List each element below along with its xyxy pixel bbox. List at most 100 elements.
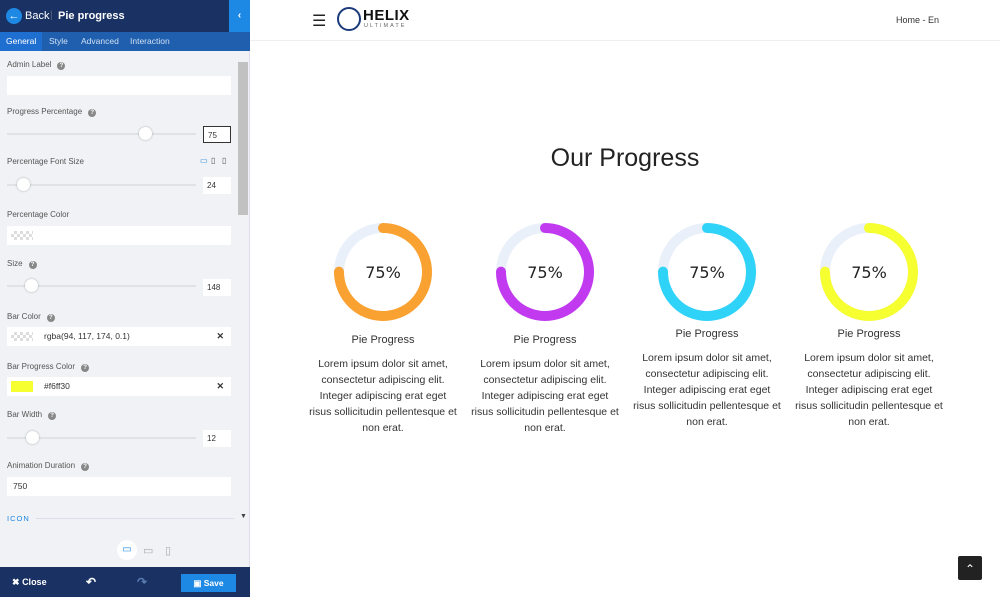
- size-label: Size?: [7, 259, 37, 269]
- label-text: Bar Progress Color: [7, 362, 76, 371]
- hamburger-menu-icon[interactable]: ☰: [312, 11, 326, 31]
- pie-progress-ring: 75%: [658, 223, 756, 321]
- addon-title: Pie progress: [58, 10, 125, 22]
- tablet-view-icon[interactable]: ▭: [143, 544, 153, 557]
- logo-text[interactable]: HELIX: [363, 7, 410, 24]
- tablet-icon[interactable]: ▯: [211, 156, 215, 165]
- card-description: Lorem ipsum dolor sit amet, consectetur …: [633, 352, 781, 428]
- clear-icon[interactable]: ✕: [216, 377, 224, 396]
- close-label: Close: [22, 577, 47, 587]
- close-icon: ✖: [12, 577, 20, 587]
- card-title: Pie Progress: [675, 328, 739, 340]
- section-divider: [36, 518, 234, 519]
- caret-down-icon[interactable]: ▼: [240, 513, 247, 520]
- transparent-swatch: [11, 231, 33, 240]
- breadcrumb[interactable]: Home - En: [896, 15, 939, 25]
- progress-card: 75% Pie Progress Lorem ipsum dolor sit a…: [632, 222, 782, 430]
- card-title: Pie Progress: [513, 334, 577, 346]
- redo-icon[interactable]: ↷: [137, 575, 147, 589]
- logo-icon[interactable]: [337, 7, 361, 31]
- bar-progress-color-input[interactable]: #f6ff30 ✕: [7, 377, 231, 396]
- transparent-swatch: [11, 332, 33, 341]
- scrollbar[interactable]: [238, 62, 248, 215]
- bar-width-label: Bar Width?: [7, 410, 57, 420]
- clear-icon[interactable]: ✕: [216, 327, 224, 346]
- color-swatch: [11, 381, 33, 392]
- admin-label-label: Admin Label?: [7, 60, 66, 70]
- scroll-to-top-button[interactable]: ⌃: [958, 556, 982, 580]
- percentage-font-size-label: Percentage Font Size: [7, 157, 84, 166]
- help-icon[interactable]: ?: [57, 62, 66, 70]
- size-input[interactable]: 148: [203, 279, 231, 296]
- collapse-chevron-icon[interactable]: ‹: [229, 0, 250, 32]
- desktop-view-icon[interactable]: ▭: [117, 540, 137, 560]
- save-label: Save: [203, 578, 224, 588]
- color-value: #f6ff30: [44, 381, 70, 391]
- help-icon[interactable]: ?: [28, 261, 37, 269]
- progress-card: 75% Pie Progress Lorem ipsum dolor sit a…: [308, 222, 458, 436]
- bar-progress-color-label: Bar Progress Color?: [7, 362, 90, 372]
- percentage-color-label: Percentage Color: [7, 210, 70, 219]
- percent-label: 75%: [689, 263, 725, 282]
- tab-style[interactable]: Style: [43, 32, 74, 51]
- card-title: Pie Progress: [837, 328, 901, 340]
- percentage-font-size-input[interactable]: 24: [203, 177, 231, 194]
- help-icon[interactable]: ?: [81, 364, 90, 372]
- icon-section-header[interactable]: ICON: [7, 514, 30, 523]
- mobile-view-icon[interactable]: ▯: [165, 544, 171, 557]
- percent-label: 75%: [365, 263, 401, 282]
- save-icon: ▣: [193, 578, 202, 588]
- pie-progress-ring: 75%: [334, 223, 432, 321]
- undo-icon[interactable]: ↶: [86, 575, 96, 589]
- logo-subtext: ULTIMATE: [364, 23, 407, 29]
- progress-card: 75% Pie Progress Lorem ipsum dolor sit a…: [794, 222, 944, 430]
- card-description: Lorem ipsum dolor sit amet, consectetur …: [795, 352, 943, 428]
- help-icon[interactable]: ?: [88, 109, 97, 117]
- close-button[interactable]: ✖ Close: [12, 577, 47, 588]
- admin-label-input[interactable]: [7, 76, 231, 95]
- label-text: Bar Color: [7, 312, 41, 321]
- pie-progress-ring: 75%: [496, 223, 594, 321]
- slider-thumb[interactable]: [17, 178, 30, 191]
- desktop-icon[interactable]: ▭: [200, 156, 208, 165]
- label-text: Admin Label: [7, 60, 52, 69]
- help-icon[interactable]: ?: [81, 463, 90, 471]
- label-text: Progress Percentage: [7, 107, 83, 116]
- slider-thumb[interactable]: [25, 279, 38, 292]
- animation-duration-input[interactable]: 750: [7, 477, 231, 496]
- progress-percentage-input[interactable]: 75: [203, 126, 231, 143]
- site-header: ☰ HELIX ULTIMATE Home - En: [250, 0, 1000, 41]
- percent-label: 75%: [851, 263, 887, 282]
- bar-color-label: Bar Color?: [7, 312, 55, 322]
- tab-advanced[interactable]: Advanced: [75, 32, 125, 51]
- sidebar-header: ← Back | Pie progress ‹: [0, 0, 250, 32]
- help-icon[interactable]: ?: [48, 412, 57, 420]
- tab-general[interactable]: General: [0, 32, 43, 51]
- bar-width-input[interactable]: 12: [203, 430, 231, 447]
- tab-interaction[interactable]: Interaction: [124, 32, 176, 51]
- slider-thumb[interactable]: [26, 431, 39, 444]
- section-heading: Our Progress: [550, 144, 700, 172]
- percentage-color-input[interactable]: [7, 226, 231, 245]
- save-button[interactable]: ▣ Save: [181, 574, 236, 592]
- help-icon[interactable]: ?: [46, 314, 55, 322]
- divider: |: [50, 10, 53, 21]
- back-arrow-icon[interactable]: ←: [6, 8, 22, 24]
- slider-thumb[interactable]: [139, 127, 152, 140]
- label-text: Bar Width: [7, 410, 43, 419]
- label-text: Size: [7, 259, 23, 268]
- editor-sidebar: ← Back | Pie progress ‹ General Style Ad…: [0, 0, 250, 597]
- mobile-icon[interactable]: ▯: [222, 156, 226, 165]
- settings-tabs: General Style Advanced Interaction: [0, 32, 250, 51]
- back-button[interactable]: Back: [25, 10, 49, 22]
- progress-percentage-label: Progress Percentage?: [7, 107, 97, 117]
- pie-progress-ring: 75%: [820, 223, 918, 321]
- card-description: Lorem ipsum dolor sit amet, consectetur …: [471, 358, 619, 434]
- progress-percentage-slider[interactable]: [7, 133, 196, 135]
- percent-label: 75%: [527, 263, 563, 282]
- label-text: Animation Duration: [7, 461, 76, 470]
- bar-color-input[interactable]: rgba(94, 117, 174, 0.1) ✕: [7, 327, 231, 346]
- progress-card: 75% Pie Progress Lorem ipsum dolor sit a…: [470, 222, 620, 436]
- card-description: Lorem ipsum dolor sit amet, consectetur …: [309, 358, 457, 434]
- percentage-font-size-slider[interactable]: [7, 184, 196, 186]
